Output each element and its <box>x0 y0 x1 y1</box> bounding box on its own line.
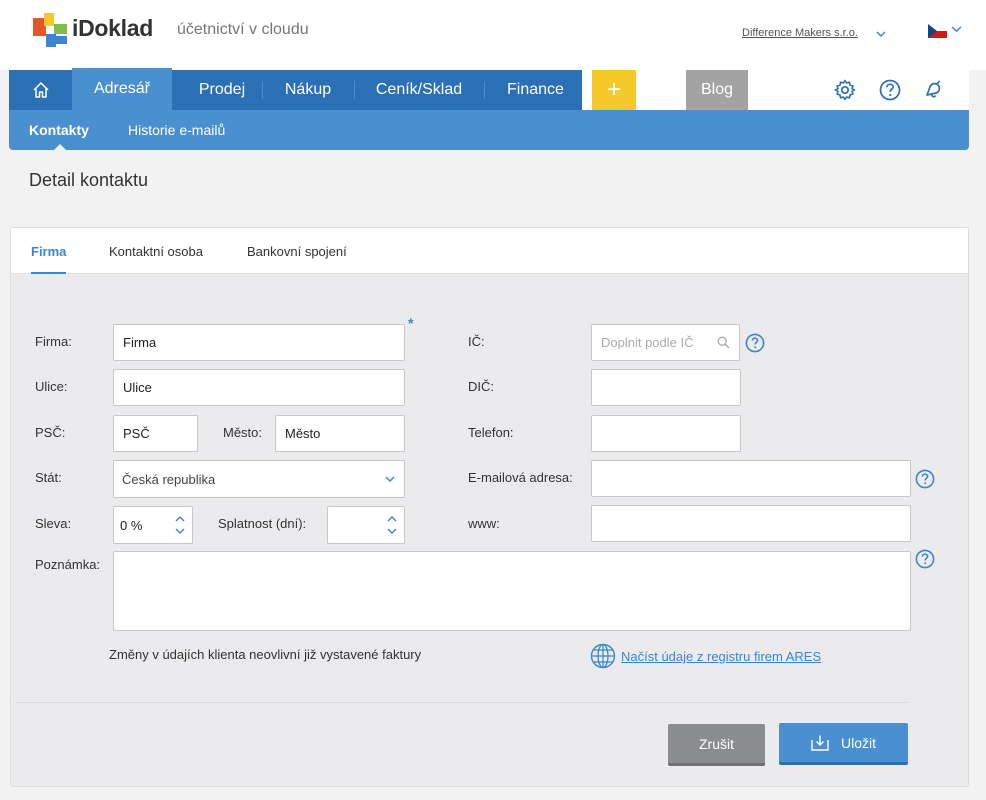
main-nav: Prodej Nákup Ceník/Sklad Finance Adresář… <box>9 68 969 110</box>
telefon-label: Telefon: <box>468 425 514 440</box>
nav-nakup[interactable]: Nákup <box>262 70 354 110</box>
firma-input[interactable]: Firma <box>113 324 405 361</box>
firma-label: Firma: <box>35 334 72 349</box>
email-field[interactable] <box>591 460 911 497</box>
save-button[interactable]: Uložit <box>779 723 908 765</box>
nav-finance[interactable]: Finance <box>484 70 587 110</box>
stat-select[interactable]: Česká republika <box>113 460 405 498</box>
ic-label: IČ: <box>468 334 485 349</box>
nav-prodej[interactable]: Prodej <box>172 70 272 110</box>
stat-label: Stát: <box>35 470 62 485</box>
help-icon[interactable] <box>915 549 935 569</box>
help-icon[interactable] <box>878 78 902 102</box>
telefon-input[interactable] <box>591 415 741 452</box>
psc-input[interactable]: PSČ <box>113 415 198 452</box>
help-icon[interactable] <box>745 333 765 353</box>
required-mark: * <box>408 315 414 331</box>
ic-placeholder: Doplnit podle IČ <box>601 335 694 350</box>
page-title: Detail kontaktu <box>29 170 149 190</box>
info-note: Změny v údajích klienta neovlivní již vy… <box>109 647 422 662</box>
poznamka-textarea[interactable] <box>113 551 911 631</box>
tab-bankovni-spojeni[interactable]: Bankovní spojení <box>247 228 347 274</box>
company-selector[interactable]: Difference Makers s.r.o. <box>742 27 858 39</box>
mesto-label: Město: <box>223 425 263 440</box>
ic-input[interactable]: Doplnit podle IČ <box>591 324 740 361</box>
dic-input[interactable] <box>591 369 741 406</box>
splatnost-label: Splatnost (dní): <box>218 516 307 531</box>
tab-kontaktni-osoba[interactable]: Kontaktní osoba <box>109 228 203 274</box>
subnav-historie-emailu[interactable]: Historie e-mailů <box>128 110 225 150</box>
download-icon <box>811 735 829 751</box>
mesto-input[interactable]: Město <box>275 415 405 452</box>
chevron-down-icon <box>385 476 395 483</box>
ulice-input[interactable]: Ulice <box>113 369 405 406</box>
www-input[interactable] <box>591 505 911 542</box>
save-label: Uložit <box>840 734 876 751</box>
sub-nav: Kontakty Historie e-mailů <box>9 110 969 150</box>
sleva-label: Sleva: <box>35 516 72 531</box>
spinner-arrows-icon[interactable] <box>387 514 397 536</box>
top-header: iDoklad účetnictví v cloudu Difference M… <box>0 0 986 70</box>
chevron-down-icon[interactable] <box>951 24 962 34</box>
nav-adresar[interactable]: Adresář <box>72 68 172 110</box>
divider <box>15 702 909 703</box>
ulice-label: Ulice: <box>35 379 68 394</box>
home-icon <box>32 82 49 98</box>
gear-icon[interactable] <box>833 78 857 102</box>
bell-icon[interactable] <box>922 78 946 102</box>
poznamka-label: Poznámka: <box>35 557 101 572</box>
home-button[interactable] <box>9 70 72 110</box>
tagline: účetnictví v cloudu <box>177 21 309 38</box>
globe-icon[interactable] <box>590 643 616 669</box>
sleva-value: 0 % <box>120 517 143 533</box>
psc-label: PSČ: <box>35 425 66 440</box>
add-button[interactable]: + <box>592 70 636 110</box>
dic-label: DIČ: <box>468 379 494 394</box>
help-icon[interactable] <box>915 469 935 489</box>
tab-bar: Firma Kontaktní osoba Bankovní spojení <box>11 228 968 274</box>
chevron-down-icon[interactable] <box>876 29 886 39</box>
tab-firma[interactable]: Firma <box>31 228 66 274</box>
cancel-button[interactable]: Zrušit <box>668 724 765 766</box>
tab-underline <box>31 272 66 274</box>
splatnost-stepper[interactable] <box>327 506 405 544</box>
nav-cenik-sklad[interactable]: Ceník/Sklad <box>354 70 484 110</box>
czech-flag-icon[interactable] <box>928 24 947 38</box>
nav-blog[interactable]: Blog <box>686 70 748 110</box>
email-label: E-mailová adresa: <box>468 470 573 485</box>
spinner-arrows-icon[interactable] <box>175 514 185 536</box>
logo-text: iDoklad <box>72 15 153 41</box>
www-label: www: <box>468 516 500 531</box>
search-icon[interactable] <box>717 336 730 349</box>
ares-link[interactable]: Načíst údaje z registru firem ARES <box>621 649 821 664</box>
stat-value: Česká republika <box>122 471 216 487</box>
sleva-stepper[interactable]: 0 % <box>113 506 193 544</box>
idoklad-logo-icon <box>33 13 67 47</box>
active-indicator <box>54 144 66 150</box>
